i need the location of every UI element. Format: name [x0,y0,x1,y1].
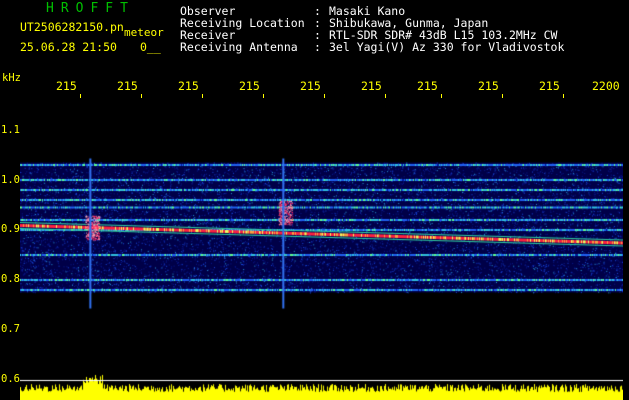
x-tick-label: 215 [539,79,560,93]
mode-label: meteor [124,26,164,39]
x-tick-label: 215 [417,79,438,93]
info-colon: : [314,40,321,54]
y-tick-label: 0.9 [1,223,20,235]
y-tick-label: 0.8 [1,273,20,285]
x-tick-label: 215 [178,79,199,93]
x-tick-label: 215 [361,79,382,93]
x-tick-label: 215 [478,79,499,93]
info-label: Receiving Antenna [180,40,298,54]
y-axis-label: kHz [2,72,21,84]
header: HROFFT UT2506282150.pn meteor 25.06.28 2… [0,0,629,74]
x-tick-label: 215 [300,79,321,93]
y-tick-label: 0.7 [1,323,20,335]
x-tick-label: 215 [117,79,138,93]
x-tick-label: 215 [239,79,260,93]
spectrogram [20,98,623,400]
datetime: 25.06.28 21:50 [20,40,117,54]
info-value: 3el Yagi(V) Az 330 for Vladivostok [329,40,565,54]
y-tick-label: 1.1 [1,124,20,136]
y-tick-label: 0.6 [1,373,20,385]
x-tick-label: 215 [56,79,77,93]
hroft-logo: HROFFT [46,1,135,16]
x-tick-label: 2200 [592,79,620,93]
count: 0__ [140,40,161,54]
filename: UT2506282150.pn [20,20,124,34]
y-tick-label: 1.0 [1,174,20,186]
